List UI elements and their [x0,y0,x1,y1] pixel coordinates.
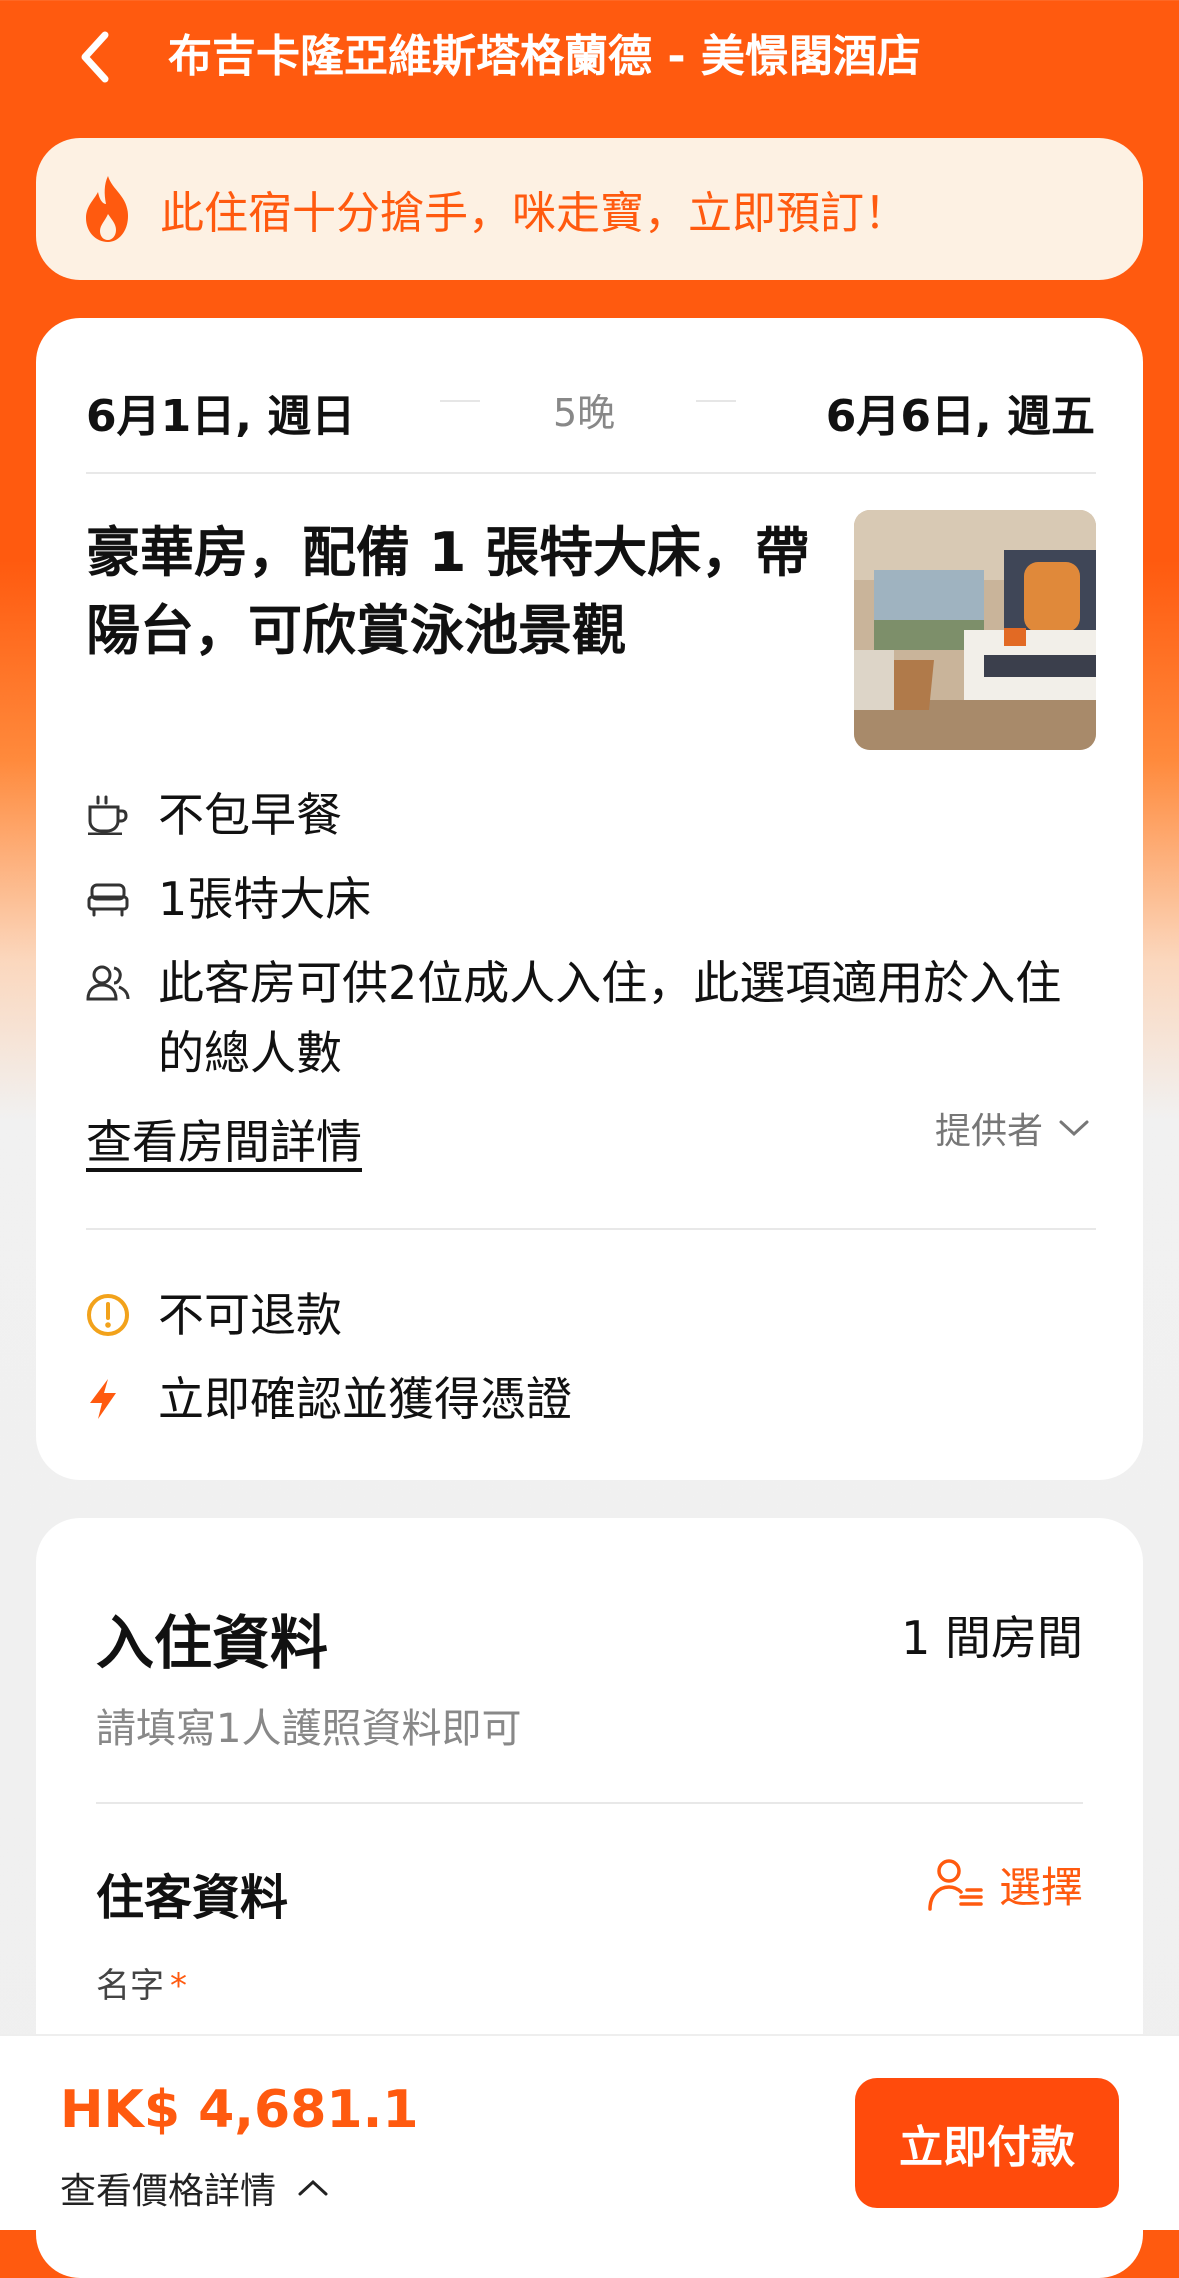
check-out-date: 6月6日, 週五 [825,391,1095,442]
alert-circle-icon [86,1280,138,1350]
divider [96,1802,1083,1804]
divider [86,1228,1096,1230]
person-list-icon [928,1858,983,1911]
room-card: 6月1日, 週日 5晚 6月6日, 週五 豪華房，配備 1 張特大床，帶陽台，可… [36,318,1143,1480]
feature-bed: 1張特大床 [86,864,1068,934]
fire-icon [86,176,128,242]
chevron-up-icon [298,2179,328,2196]
date-divider [440,400,480,402]
back-button[interactable] [60,22,130,92]
page-title: 布吉卡隆亞維斯塔格蘭德 - 美憬閣酒店 [168,31,921,82]
lightning-icon [86,1364,138,1434]
check-in-date: 6月1日, 週日 [86,391,356,442]
name-field-label: 名字 * [96,1966,187,2006]
guests-icon [86,948,138,1018]
select-guest-button[interactable]: 選擇 [927,1854,1083,1915]
promo-banner: 此住宿十分搶手，咪走寶，立即預訂！ [36,138,1143,280]
nights-count: 5晚 [553,391,616,435]
pay-now-button[interactable]: 立即付款 [855,2078,1119,2208]
room-count: 1 間房間 [901,1611,1083,1665]
price-details-toggle[interactable]: 查看價格詳情 [60,2162,330,2214]
date-divider [696,400,736,402]
feature-occupancy: 此客房可供2位成人入住，此選項適用於入住的總人數 [86,948,1068,1088]
required-mark: * [170,1966,187,2006]
room-name: 豪華房，配備 1 張特大床，帶陽台，可欣賞泳池景觀 [86,521,810,662]
room-photo[interactable] [854,510,1096,750]
divider [86,472,1096,474]
checkout-bar: HK$ 4,681.1 查看價格詳情 立即付款 [0,2034,1179,2230]
room-details-link[interactable]: 查看房間詳情 [86,1106,362,1172]
chevron-left-icon [81,31,109,83]
total-price: HK$ 4,681.1 [60,2080,419,2140]
promo-text: 此住宿十分搶手，咪走寶，立即預訂！ [160,188,908,239]
bed-icon [86,864,138,934]
passport-hint: 請填寫1人護照資料即可 [96,1706,522,1752]
chevron-down-icon [1059,1120,1089,1137]
guest-info-title: 住客資料 [96,1870,289,1926]
section-title: 入住資料 [96,1609,329,1677]
feature-breakfast: 不包早餐 [86,780,1068,850]
policy-refund: 不可退款 [86,1280,1068,1350]
policy-instant-confirm: 立即確認並獲得憑證 [86,1364,1068,1434]
coffee-cup-icon [86,780,138,850]
provider-toggle[interactable]: 提供者 [935,1102,1091,1154]
